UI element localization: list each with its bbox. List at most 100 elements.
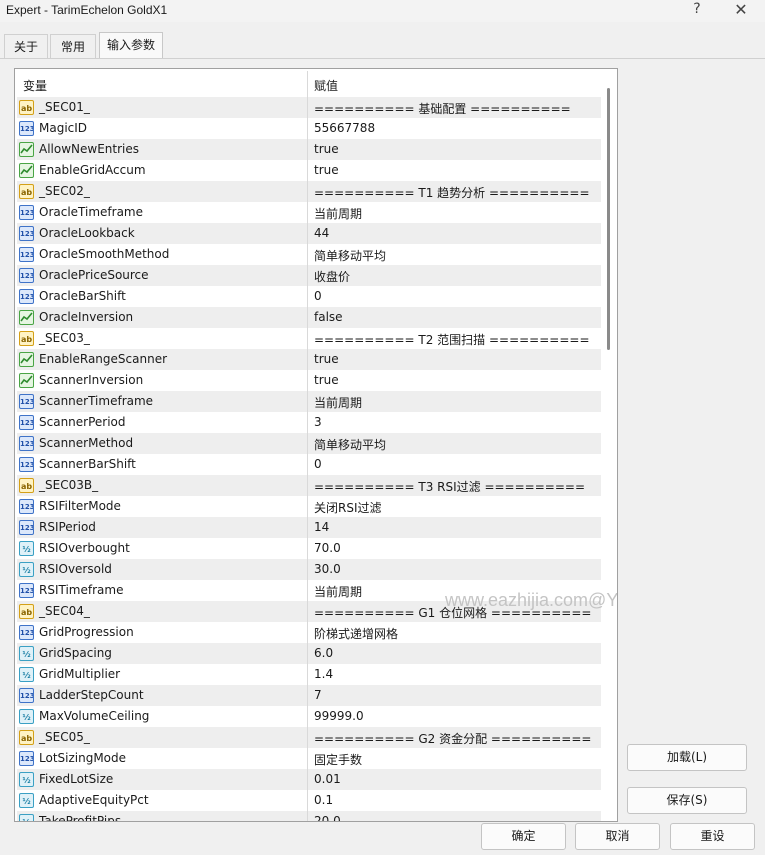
value-cell[interactable]: 30.0 (309, 559, 601, 580)
table-row[interactable]: ½ MaxVolumeCeiling 99999.0 (17, 706, 601, 727)
load-button[interactable]: 加载(L) (627, 744, 747, 771)
tab-inputs[interactable]: 输入参数 (99, 32, 163, 59)
value-cell[interactable]: 55667788 (309, 118, 601, 139)
table-row[interactable]: ½ RSIOversold 30.0 (17, 559, 601, 580)
value-cell[interactable]: 99999.0 (309, 706, 601, 727)
value-cell[interactable]: 当前周期 (309, 391, 601, 412)
variable-value[interactable]: true (314, 352, 339, 366)
value-cell[interactable]: 3 (309, 412, 601, 433)
table-row[interactable]: EnableGridAccum true (17, 160, 601, 181)
variable-value[interactable]: 6.0 (314, 646, 333, 660)
table-row[interactable]: ½ FixedLotSize 0.01 (17, 769, 601, 790)
variable-value[interactable]: 0.01 (314, 772, 341, 786)
table-row[interactable]: ½ AdaptiveEquityPct 0.1 (17, 790, 601, 811)
value-cell[interactable]: 20.0 (309, 811, 601, 821)
table-row[interactable]: 123 LadderStepCount 7 (17, 685, 601, 706)
variable-value[interactable]: 固定手数 (314, 751, 362, 768)
variable-value[interactable]: 20.0 (314, 814, 341, 821)
variable-value[interactable]: 简单移动平均 (314, 247, 386, 264)
variable-value[interactable]: 14 (314, 520, 329, 534)
value-cell[interactable]: ========== T3 RSI过滤 ========== (309, 475, 601, 496)
value-cell[interactable]: 0.01 (309, 769, 601, 790)
variable-value[interactable]: 关闭RSI过滤 (314, 499, 382, 516)
variable-value[interactable]: 30.0 (314, 562, 341, 576)
value-cell[interactable]: ========== 基础配置 ========== (309, 97, 601, 118)
value-cell[interactable]: ========== T2 范围扫描 ========== (309, 328, 601, 349)
variable-value[interactable]: 当前周期 (314, 205, 362, 222)
value-cell[interactable]: 0 (309, 286, 601, 307)
value-cell[interactable]: false (309, 307, 601, 328)
value-cell[interactable]: ========== G1 仓位网格 ========== (309, 601, 601, 622)
value-cell[interactable]: true (309, 349, 601, 370)
table-row[interactable]: 123 OracleSmoothMethod 简单移动平均 (17, 244, 601, 265)
table-row[interactable]: ab _SEC02_ ========== T1 趋势分析 ========== (17, 181, 601, 202)
table-row[interactable]: ab _SEC03B_ ========== T3 RSI过滤 ========== (17, 475, 601, 496)
variable-value[interactable]: 阶梯式递增网格 (314, 625, 398, 642)
variable-value[interactable]: 0 (314, 457, 322, 471)
value-cell[interactable]: 0.1 (309, 790, 601, 811)
vertical-scrollbar[interactable] (602, 70, 616, 820)
variable-value[interactable]: ========== G2 资金分配 ========== (314, 730, 591, 747)
table-row[interactable]: 123 RSITimeframe 当前周期 (17, 580, 601, 601)
table-row[interactable]: 123 OracleLookback 44 (17, 223, 601, 244)
value-cell[interactable]: 6.0 (309, 643, 601, 664)
value-cell[interactable]: 7 (309, 685, 601, 706)
value-cell[interactable]: 1.4 (309, 664, 601, 685)
value-cell[interactable]: ========== T1 趋势分析 ========== (309, 181, 601, 202)
value-cell[interactable]: true (309, 370, 601, 391)
value-cell[interactable]: 固定手数 (309, 748, 601, 769)
table-row[interactable]: ½ GridMultiplier 1.4 (17, 664, 601, 685)
table-row[interactable]: 123 OracleTimeframe 当前周期 (17, 202, 601, 223)
table-row[interactable]: ab _SEC01_ ========== 基础配置 ========== (17, 97, 601, 118)
table-row[interactable]: ½ TakeProfitPips 20.0 (17, 811, 601, 821)
table-row[interactable]: 123 OraclePriceSource 收盘价 (17, 265, 601, 286)
reset-button[interactable]: 重设 (670, 823, 755, 850)
table-row[interactable]: 123 ScannerMethod 简单移动平均 (17, 433, 601, 454)
value-cell[interactable]: true (309, 160, 601, 181)
scrollbar-thumb[interactable] (607, 88, 610, 350)
variable-value[interactable]: 70.0 (314, 541, 341, 555)
tab-about[interactable]: 关于 (4, 34, 48, 59)
variable-value[interactable]: true (314, 142, 339, 156)
variable-value[interactable]: 当前周期 (314, 583, 362, 600)
value-cell[interactable]: 阶梯式递增网格 (309, 622, 601, 643)
tab-common[interactable]: 常用 (50, 34, 96, 59)
table-row[interactable]: ScannerInversion true (17, 370, 601, 391)
table-row[interactable]: 123 MagicID 55667788 (17, 118, 601, 139)
table-row[interactable]: ab _SEC04_ ========== G1 仓位网格 ========== (17, 601, 601, 622)
variable-value[interactable]: 简单移动平均 (314, 436, 386, 453)
table-row[interactable]: 123 ScannerTimeframe 当前周期 (17, 391, 601, 412)
close-button[interactable]: ✕ (733, 0, 749, 19)
variable-value[interactable]: 0.1 (314, 793, 333, 807)
variable-value[interactable]: 0 (314, 289, 322, 303)
variable-value[interactable]: true (314, 163, 339, 177)
help-button[interactable]: ? (690, 1, 704, 17)
table-row[interactable]: 123 RSIFilterMode 关闭RSI过滤 (17, 496, 601, 517)
variable-value[interactable]: false (314, 310, 343, 324)
value-cell[interactable]: 当前周期 (309, 580, 601, 601)
table-row[interactable]: ½ GridSpacing 6.0 (17, 643, 601, 664)
cancel-button[interactable]: 取消 (575, 823, 660, 850)
variable-value[interactable]: ========== G1 仓位网格 ========== (314, 604, 591, 621)
table-row[interactable]: AllowNewEntries true (17, 139, 601, 160)
variable-value[interactable]: 99999.0 (314, 709, 364, 723)
table-row[interactable]: OracleInversion false (17, 307, 601, 328)
variable-value[interactable]: ========== T3 RSI过滤 ========== (314, 478, 585, 495)
table-row[interactable]: EnableRangeScanner true (17, 349, 601, 370)
variable-value[interactable]: 7 (314, 688, 322, 702)
table-row[interactable]: 123 ScannerBarShift 0 (17, 454, 601, 475)
variable-value[interactable]: 1.4 (314, 667, 333, 681)
table-row[interactable]: 123 OracleBarShift 0 (17, 286, 601, 307)
value-cell[interactable]: 0 (309, 454, 601, 475)
value-cell[interactable]: 当前周期 (309, 202, 601, 223)
variable-value[interactable]: 当前周期 (314, 394, 362, 411)
value-cell[interactable]: 关闭RSI过滤 (309, 496, 601, 517)
value-cell[interactable]: 44 (309, 223, 601, 244)
variable-value[interactable]: 收盘价 (314, 268, 350, 285)
value-cell[interactable]: 简单移动平均 (309, 244, 601, 265)
variable-value[interactable]: true (314, 373, 339, 387)
value-cell[interactable]: 简单移动平均 (309, 433, 601, 454)
variable-value[interactable]: 44 (314, 226, 329, 240)
variable-value[interactable]: ========== T2 范围扫描 ========== (314, 331, 590, 348)
table-row[interactable]: ½ RSIOverbought 70.0 (17, 538, 601, 559)
